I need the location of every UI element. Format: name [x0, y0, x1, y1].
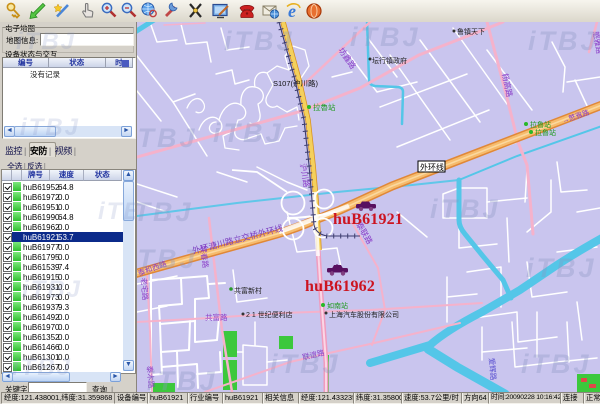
svg-text:上海汽车股份有限公司: 上海汽车股份有限公司 [329, 310, 399, 319]
svg-text:iTBJ: iTBJ [147, 366, 218, 392]
svg-text:共富路: 共富路 [205, 312, 228, 322]
svg-text:huB61962: huB61962 [305, 278, 375, 295]
svg-text:坛行镇政府: 坛行镇政府 [372, 56, 407, 65]
svg-text:iTBJ: iTBJ [350, 22, 421, 52]
svg-text:iTBJ: iTBJ [430, 194, 501, 224]
svg-text:拉魯站: 拉魯站 [530, 120, 551, 129]
svg-text:iTBJ: iTBJ [224, 26, 295, 56]
svg-text:iTBJ: iTBJ [137, 197, 194, 227]
svg-text:如南站: 如南站 [327, 301, 348, 310]
svg-text:iTBJ: iTBJ [521, 349, 592, 379]
svg-text:拉魯站: 拉魯站 [535, 128, 556, 137]
svg-text:共富新村: 共富新村 [234, 286, 262, 295]
svg-text:鲁镇天下: 鲁镇天下 [457, 27, 485, 36]
svg-text:iTBJ: iTBJ [270, 349, 341, 379]
svg-text:S107(沪川路): S107(沪川路) [273, 78, 319, 88]
svg-text:老宅路: 老宅路 [139, 277, 151, 301]
svg-text:iTBJ: iTBJ [137, 244, 198, 274]
svg-text:iTBJ: iTBJ [526, 253, 597, 283]
svg-text:iTBJ: iTBJ [528, 26, 599, 56]
svg-text:爱辉路: 爱辉路 [487, 357, 499, 381]
svg-text:iTBJ: iTBJ [137, 123, 198, 153]
svg-text:拉魯站: 拉魯站 [313, 102, 336, 112]
svg-text:2 1 世纪便利店: 2 1 世纪便利店 [246, 310, 293, 319]
svg-text:huB61921: huB61921 [333, 211, 403, 228]
svg-text:外环线: 外环线 [420, 162, 444, 172]
svg-text:iTBJ: iTBJ [213, 118, 284, 148]
